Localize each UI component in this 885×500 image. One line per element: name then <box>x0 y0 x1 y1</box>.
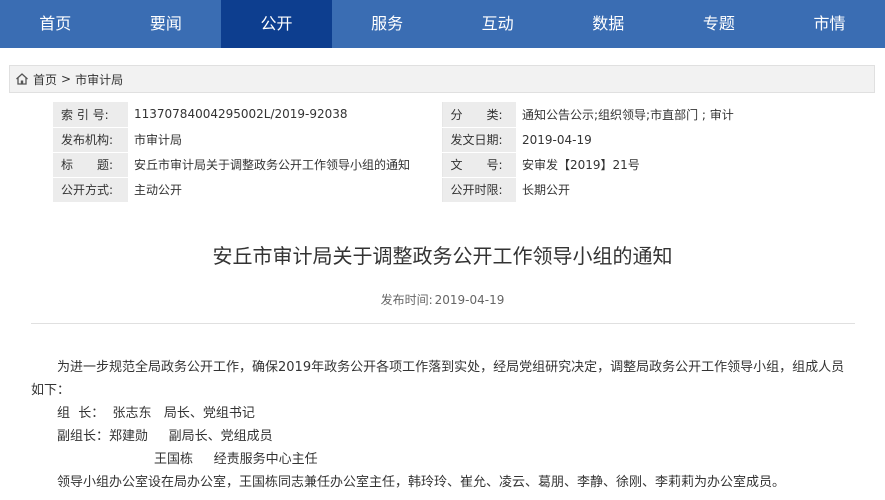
publish-date-label: 发布时间: <box>380 293 433 307</box>
issue-date-value: 2019-04-19 <box>516 127 831 153</box>
article-date: 发布时间: 2019-04-19 <box>0 291 885 308</box>
nav-item-disclosure[interactable]: 公开 <box>221 0 332 48</box>
breadcrumb-home-link[interactable]: 首页 <box>33 71 57 88</box>
divider <box>31 323 855 324</box>
disclosure-method-value: 主动公开 <box>128 177 442 203</box>
nav-item-news[interactable]: 要闻 <box>111 0 222 48</box>
body-paragraph: 领导小组办公室设在局办公室，王国栋同志兼任办公室主任，韩玲玲、崔允、凌云、葛朋、… <box>57 475 786 490</box>
info-row: 标 题: 安丘市审计局关于调整政务公开工作领导小组的通知 文 号: 安审发【20… <box>53 152 831 178</box>
title-value: 安丘市审计局关于调整政务公开工作领导小组的通知 <box>128 152 442 178</box>
leader-line: 组 长： 张志东 局长、党组书记 <box>57 406 255 421</box>
document-info-table: 索 引 号: 11370784004295002L/2019-92038 分 类… <box>53 102 831 203</box>
doc-number-label: 文 号: <box>441 152 516 178</box>
member-line: 王国栋 经责服务中心主任 <box>154 452 318 467</box>
article-title: 安丘市审计局关于调整政务公开工作领导小组的通知 <box>212 244 673 268</box>
breadcrumb-separator: > <box>61 72 72 86</box>
disclosure-period-label: 公开时限: <box>441 177 516 203</box>
nav-item-interaction[interactable]: 互动 <box>442 0 553 48</box>
home-icon[interactable] <box>15 72 29 86</box>
info-row: 索 引 号: 11370784004295002L/2019-92038 分 类… <box>53 102 831 128</box>
breadcrumb-current[interactable]: 市审计局 <box>75 71 123 88</box>
doc-number-value: 安审发【2019】21号 <box>516 152 831 178</box>
category-label: 分 类: <box>441 102 516 128</box>
nav-item-data[interactable]: 数据 <box>553 0 664 48</box>
disclosure-period-value: 长期公开 <box>516 177 831 203</box>
nav-item-home[interactable]: 首页 <box>0 0 111 48</box>
issue-date-label: 发文日期: <box>441 127 516 153</box>
info-row: 发布机构: 市审计局 发文日期: 2019-04-19 <box>53 127 831 153</box>
deputy-leader-line: 副组长：郑建勋 副局长、党组成员 <box>57 429 273 444</box>
body-paragraph: 为进一步规范全局政务公开工作，确保2019年政务公开各项工作落到实处，经局党组研… <box>31 360 845 398</box>
disclosure-method-label: 公开方式: <box>53 177 128 203</box>
category-value: 通知公告公示;组织领导;市直部门 ; 审计 <box>516 102 831 128</box>
nav-item-topics[interactable]: 专题 <box>664 0 775 48</box>
nav-item-city-info[interactable]: 市情 <box>774 0 885 48</box>
title-label: 标 题: <box>53 152 128 178</box>
index-value: 11370784004295002L/2019-92038 <box>128 102 442 128</box>
top-navigation: 首页 要闻 公开 服务 互动 数据 专题 市情 <box>0 0 885 48</box>
publisher-label: 发布机构: <box>53 127 128 153</box>
breadcrumb: 首页 > 市审计局 <box>9 65 875 93</box>
info-row: 公开方式: 主动公开 公开时限: 长期公开 <box>53 177 831 203</box>
publisher-value: 市审计局 <box>128 127 442 153</box>
publish-date-value: 2019-04-19 <box>434 293 505 307</box>
nav-item-services[interactable]: 服务 <box>332 0 443 48</box>
article-body: 为进一步规范全局政务公开工作，确保2019年政务公开各项工作落到实处，经局党组研… <box>31 356 855 494</box>
index-label: 索 引 号: <box>53 102 128 128</box>
